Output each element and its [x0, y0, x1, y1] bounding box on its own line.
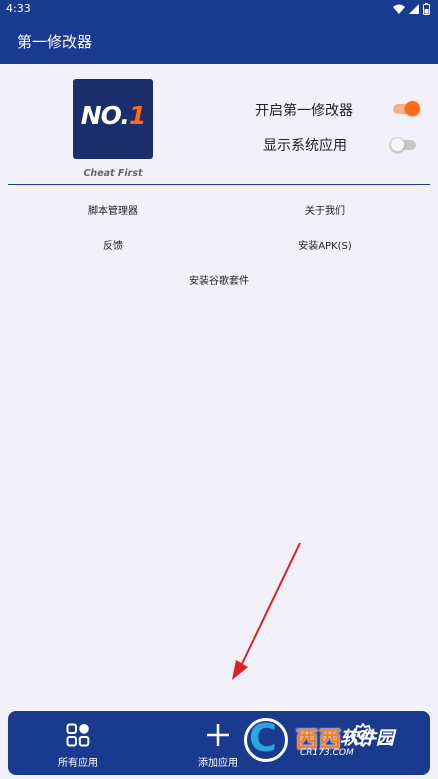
enable-modifier-toggle[interactable]	[393, 101, 420, 116]
logo-text-accent: 1	[128, 101, 146, 130]
logo-text: NO.1	[73, 101, 153, 130]
app-bar: 第一修改器	[0, 18, 438, 64]
status-icons	[393, 3, 430, 15]
app-logo: NO.1	[73, 79, 153, 159]
enable-modifier-label: 开启第一修改器	[255, 103, 353, 119]
apps-grid-icon	[23, 723, 133, 751]
watermark-brand2: 软件园	[340, 728, 394, 749]
app-title: 第一修改器	[17, 33, 93, 51]
feedback-link[interactable]: 反馈	[38, 237, 188, 252]
signal-icon	[409, 4, 419, 14]
script-manager-link[interactable]: 脚本管理器	[38, 202, 188, 217]
toggle-thumb	[405, 101, 420, 116]
wifi-icon	[393, 4, 405, 14]
about-us-link[interactable]: 关于我们	[250, 202, 400, 217]
watermark-domain: CR173.COM	[300, 748, 354, 758]
install-apk-link[interactable]: 安装APK(S)	[250, 237, 400, 252]
watermark-logo: C 西西 软件园 CR173.COM	[240, 714, 432, 766]
status-time: 4:33	[6, 2, 31, 15]
show-system-apps-toggle[interactable]	[390, 137, 416, 152]
show-system-apps-label: 显示系统应用	[263, 138, 347, 154]
red-arrow-annotation	[232, 542, 301, 680]
install-google-link[interactable]: 安装谷歌套件	[144, 272, 294, 287]
nav-all-apps-label: 所有应用	[58, 758, 98, 769]
nav-all-apps[interactable]: 所有应用	[23, 711, 133, 775]
status-bar: 4:33	[0, 0, 438, 18]
watermark-letter: C	[249, 716, 277, 760]
divider	[8, 184, 430, 185]
logo-text-main: NO.	[80, 101, 130, 130]
toggle-thumb	[390, 137, 405, 152]
logo-caption: Cheat First	[83, 168, 143, 179]
battery-icon	[423, 3, 430, 15]
